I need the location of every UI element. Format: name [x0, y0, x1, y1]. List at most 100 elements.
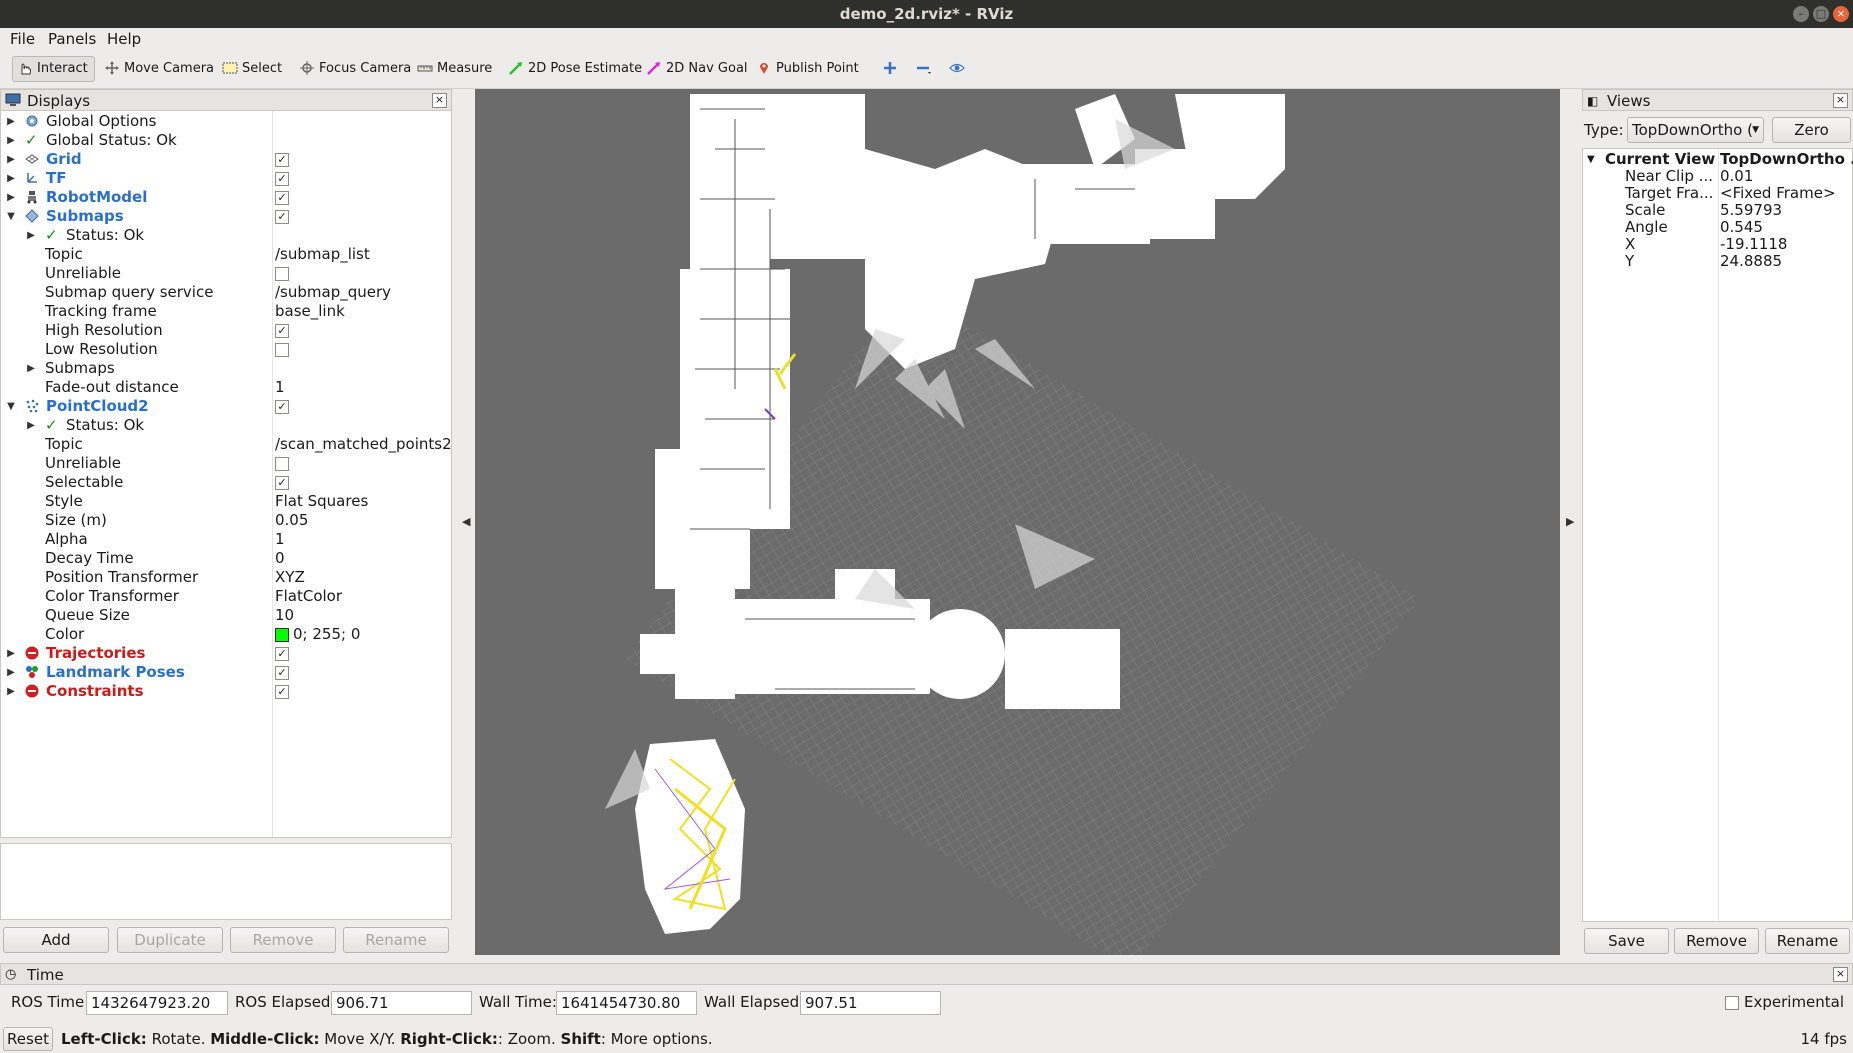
view-property-value[interactable]: -19.1118: [1720, 236, 1787, 253]
display-row-submaps[interactable]: ▼ Submaps ✓: [1, 207, 451, 226]
property-row[interactable]: Style Flat Squares: [1, 492, 451, 511]
view-property-row[interactable]: Near Clip ... 0.01: [1583, 168, 1853, 185]
remove-display-button[interactable]: Remove: [230, 927, 336, 953]
display-row-submaps-status[interactable]: ▶ ✓ Status: Ok: [1, 226, 451, 245]
display-row-trajectories[interactable]: ▶ Trajectories ✓: [1, 644, 451, 663]
property-row[interactable]: Decay Time 0: [1, 549, 451, 568]
wall-time-field[interactable]: 1641454730.80: [556, 991, 697, 1015]
expand-arrow-icon[interactable]: ▶: [26, 226, 36, 245]
add-tool-button[interactable]: [878, 57, 908, 81]
color-swatch[interactable]: [275, 628, 289, 642]
expand-arrow-icon[interactable]: ▶: [6, 663, 16, 682]
property-value[interactable]: XYZ: [275, 568, 305, 587]
property-value[interactable]: 1: [275, 378, 285, 397]
map-canvas[interactable]: [475, 89, 1560, 955]
menu-file[interactable]: File: [10, 30, 35, 48]
display-row-grid[interactable]: ▶ Grid ✓: [1, 150, 451, 169]
pointcloud2-enabled-checkbox[interactable]: ✓: [275, 400, 289, 414]
reset-button[interactable]: Reset: [3, 1027, 53, 1051]
rename-display-button[interactable]: Rename: [343, 927, 449, 953]
wall-elapsed-field[interactable]: 907.51: [800, 991, 941, 1015]
constraints-enabled-checkbox[interactable]: ✓: [275, 685, 289, 699]
add-display-button[interactable]: Add: [3, 927, 109, 953]
property-row[interactable]: Color 0; 255; 0: [1, 625, 451, 644]
view-property-row[interactable]: Angle 0.545: [1583, 219, 1853, 236]
property-value[interactable]: 0: [275, 549, 285, 568]
experimental-checkbox[interactable]: [1725, 996, 1739, 1010]
views-close-icon[interactable]: ×: [1833, 93, 1848, 108]
property-value[interactable]: 10: [275, 606, 294, 625]
display-row-global-options[interactable]: ▶ Global Options: [1, 112, 451, 131]
property-value[interactable]: 1: [275, 530, 285, 549]
display-row-constraints[interactable]: ▶ Constraints ✓: [1, 682, 451, 701]
display-row-pointcloud2[interactable]: ▼ PointCloud2 ✓: [1, 397, 451, 416]
menu-panels[interactable]: Panels: [48, 30, 96, 48]
remove-tool-button[interactable]: [911, 57, 941, 81]
ros-time-field[interactable]: 1432647923.20: [86, 991, 228, 1015]
focus-camera-tool-button[interactable]: Focus Camera: [295, 57, 417, 81]
landmark-poses-enabled-checkbox[interactable]: ✓: [275, 666, 289, 680]
ros-elapsed-field[interactable]: 906.71: [331, 991, 472, 1015]
nav-goal-tool-button[interactable]: 2D Nav Goal: [642, 57, 754, 81]
view-property-row[interactable]: X -19.1118: [1583, 236, 1853, 253]
high-resolution-checkbox[interactable]: ✓: [275, 324, 289, 338]
property-row[interactable]: Topic /scan_matched_points2: [1, 435, 451, 454]
current-view-row[interactable]: ▼ Current View TopDownOrtho ...: [1583, 151, 1853, 168]
expand-arrow-icon[interactable]: ▶: [6, 682, 16, 701]
collapse-arrow-icon[interactable]: ▼: [6, 207, 16, 226]
property-value[interactable]: /submap_list: [275, 245, 370, 264]
submaps-enabled-checkbox[interactable]: ✓: [275, 210, 289, 224]
zero-button[interactable]: Zero: [1772, 117, 1851, 143]
view-property-row[interactable]: Target Fra... <Fixed Frame>: [1583, 185, 1853, 202]
collapse-arrow-icon[interactable]: ▼: [6, 397, 16, 416]
property-row[interactable]: Tracking frame base_link: [1, 302, 451, 321]
property-row[interactable]: Position Transformer XYZ: [1, 568, 451, 587]
view-type-dropdown[interactable]: TopDownOrtho ( ▼: [1627, 117, 1764, 143]
left-splitter-arrow-icon[interactable]: ◀: [462, 515, 470, 528]
property-value[interactable]: /submap_query: [275, 283, 391, 302]
property-row[interactable]: Low Resolution: [1, 340, 451, 359]
move-camera-tool-button[interactable]: Move Camera: [100, 57, 220, 81]
property-row[interactable]: Queue Size 10: [1, 606, 451, 625]
expand-arrow-icon[interactable]: ▶: [6, 131, 16, 150]
display-row-pointcloud-status[interactable]: ▶ ✓ Status: Ok: [1, 416, 451, 435]
tf-enabled-checkbox[interactable]: ✓: [275, 172, 289, 186]
minimize-icon[interactable]: –: [1793, 6, 1809, 22]
property-value[interactable]: 0; 255; 0: [293, 625, 360, 644]
property-value[interactable]: Flat Squares: [275, 492, 368, 511]
displays-close-icon[interactable]: ×: [432, 93, 447, 108]
property-value[interactable]: base_link: [275, 302, 345, 321]
rename-view-button[interactable]: Rename: [1765, 928, 1850, 954]
property-row[interactable]: Unreliable: [1, 454, 451, 473]
right-splitter-arrow-icon[interactable]: ▶: [1566, 515, 1574, 528]
select-tool-button[interactable]: Select: [218, 57, 288, 81]
property-value[interactable]: /scan_matched_points2: [275, 435, 451, 454]
property-value[interactable]: 0.05: [275, 511, 308, 530]
view-options-button[interactable]: [945, 57, 975, 81]
pc-unreliable-checkbox[interactable]: [275, 457, 289, 471]
display-row-robot-model[interactable]: ▶ RobotModel ✓: [1, 188, 451, 207]
time-close-icon[interactable]: ×: [1833, 967, 1848, 982]
expand-arrow-icon[interactable]: ▶: [6, 188, 16, 207]
property-row[interactable]: High Resolution ✓: [1, 321, 451, 340]
render-viewport[interactable]: [475, 89, 1560, 955]
property-row[interactable]: Topic /submap_list: [1, 245, 451, 264]
view-property-row[interactable]: Y 24.8885: [1583, 253, 1853, 270]
property-row[interactable]: Selectable ✓: [1, 473, 451, 492]
view-property-value[interactable]: 24.8885: [1720, 253, 1782, 270]
property-row[interactable]: Alpha 1: [1, 530, 451, 549]
expand-arrow-icon[interactable]: ▶: [6, 644, 16, 663]
trajectories-enabled-checkbox[interactable]: ✓: [275, 647, 289, 661]
property-row[interactable]: Unreliable: [1, 264, 451, 283]
publish-point-tool-button[interactable]: Publish Point: [752, 57, 865, 81]
low-resolution-checkbox[interactable]: [275, 343, 289, 357]
display-row-global-status[interactable]: ▶ ✓ Global Status: Ok: [1, 131, 451, 150]
property-value[interactable]: FlatColor: [275, 587, 342, 606]
close-icon[interactable]: ×: [1833, 6, 1849, 22]
save-view-button[interactable]: Save: [1584, 928, 1669, 954]
expand-arrow-icon[interactable]: ▶: [6, 150, 16, 169]
property-row[interactable]: Color Transformer FlatColor: [1, 587, 451, 606]
expand-arrow-icon[interactable]: ▶: [6, 169, 16, 188]
menu-help[interactable]: Help: [107, 30, 141, 48]
property-row[interactable]: Size (m) 0.05: [1, 511, 451, 530]
